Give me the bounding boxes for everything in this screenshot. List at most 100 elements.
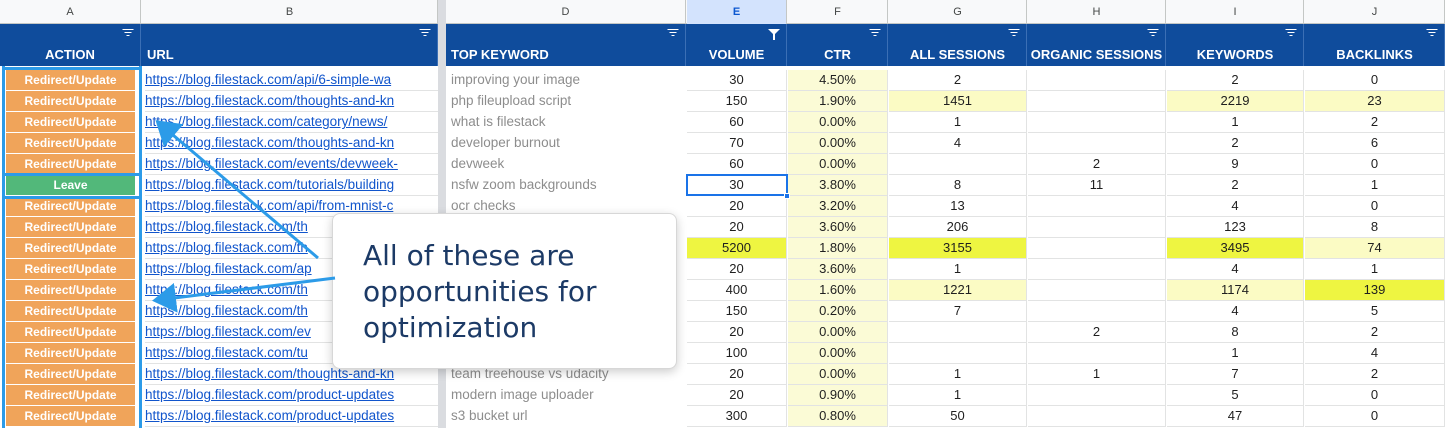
redirect-update-button[interactable]: Redirect/Update: [6, 217, 135, 238]
backlinks-cell[interactable]: 2: [1305, 112, 1445, 133]
all-sessions-cell[interactable]: [889, 322, 1027, 343]
keywords-cell[interactable]: 7: [1167, 364, 1304, 385]
redirect-update-button[interactable]: Redirect/Update: [6, 133, 135, 154]
header-cell-f[interactable]: CTR: [788, 24, 888, 66]
top-keyword-cell[interactable]: improving your image: [451, 70, 686, 91]
organic-sessions-cell[interactable]: [1028, 217, 1166, 238]
ctr-cell[interactable]: 1.80%: [788, 238, 888, 259]
url-link[interactable]: https://blog.filestack.com/thoughts-and-…: [145, 91, 438, 112]
top-keyword-cell[interactable]: developer burnout: [451, 133, 686, 154]
volume-cell[interactable]: 150: [687, 301, 787, 322]
header-cell-h[interactable]: ORGANIC SESSIONS: [1028, 24, 1166, 66]
backlinks-cell[interactable]: 6: [1305, 133, 1445, 154]
url-link[interactable]: https://blog.filestack.com/category/news…: [145, 112, 438, 133]
keywords-cell[interactable]: 4: [1167, 259, 1304, 280]
redirect-update-button[interactable]: Redirect/Update: [6, 322, 135, 343]
column-letter-i[interactable]: I: [1167, 0, 1304, 24]
keywords-cell[interactable]: 47: [1167, 406, 1304, 427]
organic-sessions-cell[interactable]: [1028, 259, 1166, 280]
url-link[interactable]: https://blog.filestack.com/events/devwee…: [145, 154, 438, 175]
backlinks-cell[interactable]: 2: [1305, 322, 1445, 343]
top-keyword-cell[interactable]: nsfw zoom backgrounds: [451, 175, 686, 196]
organic-sessions-cell[interactable]: 2: [1028, 322, 1166, 343]
ctr-cell[interactable]: 3.60%: [788, 259, 888, 280]
all-sessions-cell[interactable]: 2: [889, 70, 1027, 91]
all-sessions-cell[interactable]: 7: [889, 301, 1027, 322]
redirect-update-button[interactable]: Redirect/Update: [6, 196, 135, 217]
keywords-cell[interactable]: 9: [1167, 154, 1304, 175]
all-sessions-cell[interactable]: 13: [889, 196, 1027, 217]
all-sessions-cell[interactable]: 4: [889, 133, 1027, 154]
backlinks-cell[interactable]: 0: [1305, 70, 1445, 91]
organic-sessions-cell[interactable]: [1028, 238, 1166, 259]
backlinks-cell[interactable]: 2: [1305, 364, 1445, 385]
header-cell-b[interactable]: URL: [142, 24, 438, 66]
column-letter-j[interactable]: J: [1305, 0, 1445, 24]
backlinks-cell[interactable]: 8: [1305, 217, 1445, 238]
backlinks-cell[interactable]: 0: [1305, 196, 1445, 217]
backlinks-cell[interactable]: 1: [1305, 259, 1445, 280]
all-sessions-cell[interactable]: [889, 343, 1027, 364]
backlinks-cell[interactable]: 139: [1305, 280, 1445, 301]
url-link[interactable]: https://blog.filestack.com/thoughts-and-…: [145, 133, 438, 154]
ctr-cell[interactable]: 0.00%: [788, 322, 888, 343]
redirect-update-button[interactable]: Redirect/Update: [6, 91, 135, 112]
url-link[interactable]: https://blog.filestack.com/api/6-simple-…: [145, 70, 438, 91]
ctr-cell[interactable]: 0.20%: [788, 301, 888, 322]
column-letter-h[interactable]: H: [1028, 0, 1166, 24]
keywords-cell[interactable]: 1: [1167, 112, 1304, 133]
filter-active-icon[interactable]: [768, 29, 780, 40]
keywords-cell[interactable]: 2: [1167, 70, 1304, 91]
redirect-update-button[interactable]: Redirect/Update: [6, 385, 135, 406]
header-cell-g[interactable]: ALL SESSIONS: [889, 24, 1027, 66]
ctr-cell[interactable]: 0.00%: [788, 343, 888, 364]
ctr-cell[interactable]: 0.00%: [788, 133, 888, 154]
all-sessions-cell[interactable]: 1451: [889, 91, 1027, 112]
header-cell-d[interactable]: TOP KEYWORD: [446, 24, 686, 66]
column-letter-b[interactable]: B: [142, 0, 438, 24]
backlinks-cell[interactable]: 74: [1305, 238, 1445, 259]
keywords-cell[interactable]: 3495: [1167, 238, 1304, 259]
organic-sessions-cell[interactable]: 1: [1028, 364, 1166, 385]
filter-icon[interactable]: [1008, 29, 1020, 37]
redirect-update-button[interactable]: Redirect/Update: [6, 112, 135, 133]
volume-cell[interactable]: 20: [687, 364, 787, 385]
backlinks-cell[interactable]: 5: [1305, 301, 1445, 322]
header-cell-a[interactable]: ACTION: [0, 24, 141, 66]
backlinks-cell[interactable]: 0: [1305, 385, 1445, 406]
top-keyword-cell[interactable]: s3 bucket url: [451, 406, 686, 427]
all-sessions-cell[interactable]: 8: [889, 175, 1027, 196]
organic-sessions-cell[interactable]: [1028, 280, 1166, 301]
organic-sessions-cell[interactable]: [1028, 133, 1166, 154]
redirect-update-button[interactable]: Redirect/Update: [6, 154, 135, 175]
volume-cell[interactable]: 20: [687, 196, 787, 217]
ctr-cell[interactable]: 3.20%: [788, 196, 888, 217]
redirect-update-button[interactable]: Redirect/Update: [6, 406, 135, 427]
ctr-cell[interactable]: 1.90%: [788, 91, 888, 112]
column-letter-g[interactable]: G: [889, 0, 1027, 24]
filter-icon[interactable]: [419, 29, 431, 37]
organic-sessions-cell[interactable]: [1028, 385, 1166, 406]
backlinks-cell[interactable]: 0: [1305, 154, 1445, 175]
volume-cell[interactable]: 60: [687, 112, 787, 133]
volume-cell[interactable]: 30: [687, 70, 787, 91]
ctr-cell[interactable]: 1.60%: [788, 280, 888, 301]
keywords-cell[interactable]: 1174: [1167, 280, 1304, 301]
header-cell-j[interactable]: BACKLINKS: [1305, 24, 1445, 66]
column-letter-a[interactable]: A: [0, 0, 141, 24]
ctr-cell[interactable]: 4.50%: [788, 70, 888, 91]
filter-icon[interactable]: [122, 29, 134, 37]
leave-button[interactable]: Leave: [6, 175, 135, 196]
column-letter-e[interactable]: E: [687, 0, 787, 24]
keywords-cell[interactable]: 2219: [1167, 91, 1304, 112]
top-keyword-cell[interactable]: modern image uploader: [451, 385, 686, 406]
keywords-cell[interactable]: 2: [1167, 175, 1304, 196]
redirect-update-button[interactable]: Redirect/Update: [6, 259, 135, 280]
organic-sessions-cell[interactable]: [1028, 196, 1166, 217]
top-keyword-cell[interactable]: devweek: [451, 154, 686, 175]
volume-cell[interactable]: 20: [687, 217, 787, 238]
keywords-cell[interactable]: 4: [1167, 301, 1304, 322]
organic-sessions-cell[interactable]: [1028, 70, 1166, 91]
ctr-cell[interactable]: 3.80%: [788, 175, 888, 196]
all-sessions-cell[interactable]: 3155: [889, 238, 1027, 259]
